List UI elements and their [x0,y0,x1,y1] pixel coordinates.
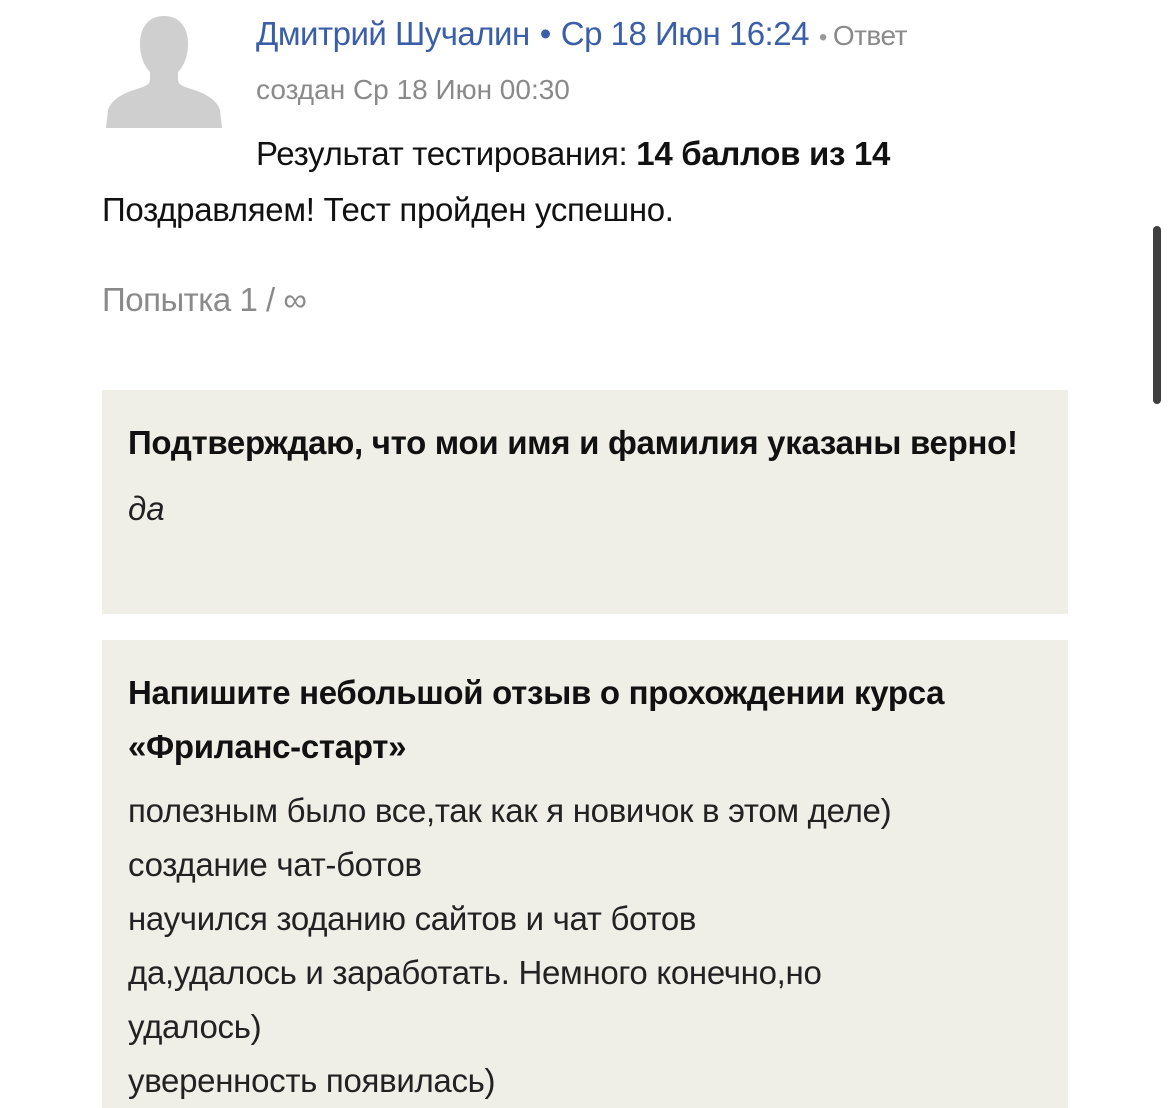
answer-text: полезным было все,так как я новичок в эт… [128,784,1042,1108]
congrats-message: Поздравляем! Тест пройден успешно. [102,191,674,228]
test-result: Результат тестирования: 14 баллов из 14 [256,133,890,175]
attempt-counter: Попытка 1 / ∞ [102,281,307,318]
question-text: Подтверждаю, что мои имя и фамилия указа… [128,424,1018,461]
answer-line: полезным было все,так как я новичок в эт… [128,792,892,829]
result-label: Результат тестирования: [256,135,628,172]
answer-line: уверенность появилась) [128,1062,496,1099]
answer-line: создание чат-ботов [128,846,422,883]
answer-card: Подтверждаю, что мои имя и фамилия указа… [102,390,1068,614]
comment-header: Дмитрий Шучалин • Ср 18 Июн 16:24 • Ответ [256,14,907,58]
user-avatar-icon[interactable] [104,14,224,128]
reply-link[interactable]: Ответ [833,20,908,51]
answer-line: удалось) [128,1008,262,1045]
post-datetime-link[interactable]: Ср 18 Июн 16:24 [561,15,810,52]
scrollbar[interactable] [1153,226,1161,404]
comment-page: Дмитрий Шучалин • Ср 18 Июн 16:24 • Ответ со… [0,0,1170,1108]
author-link[interactable]: Дмитрий Шучалин [256,15,530,52]
answer-card: Напишите небольшой отзыв о прохождении к… [102,640,1068,1108]
created-timestamp: создан Ср 18 Июн 00:30 [256,74,570,105]
reply-separator-dot: • [818,24,827,51]
answer-line: да,удалось и заработать. Немного конечно… [128,954,822,991]
answer-line: научился зоданию сайтов и чат ботов [128,900,697,937]
separator-dot: • [539,15,552,52]
question-text: Напишите небольшой отзыв о прохождении к… [128,674,945,765]
result-score: 14 баллов из 14 [636,135,891,172]
answer-text: да [128,490,165,527]
